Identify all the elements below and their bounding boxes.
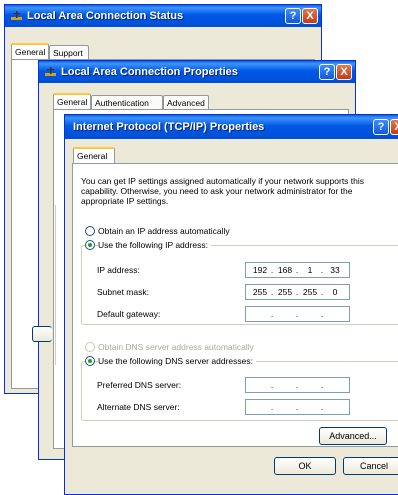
underlying-divider bbox=[55, 205, 56, 365]
ip-address-field[interactable]: 192 . 168 . 1 . 33 bbox=[245, 262, 350, 278]
properties-titlebar[interactable]: Local Area Connection Properties ? X bbox=[39, 61, 355, 83]
tab-general[interactable]: General bbox=[73, 147, 115, 163]
preferred-dns-field[interactable]: . . . bbox=[245, 377, 350, 393]
octet-separator: . bbox=[270, 380, 274, 390]
octet-separator: . bbox=[320, 287, 324, 297]
help-button[interactable]: ? bbox=[373, 119, 389, 135]
octet-separator: . bbox=[320, 309, 324, 319]
close-button[interactable]: X bbox=[336, 64, 352, 80]
cancel-button[interactable]: Cancel bbox=[343, 457, 398, 475]
octet-separator: . bbox=[295, 309, 299, 319]
close-button[interactable]: X bbox=[390, 119, 398, 135]
obtain-dns-auto-label[interactable]: Obtain DNS server address automatically bbox=[98, 342, 254, 352]
underlying-button bbox=[32, 326, 52, 342]
octet-separator: . bbox=[320, 265, 324, 275]
octet-separator: . bbox=[270, 402, 274, 412]
ok-button[interactable]: OK bbox=[274, 457, 336, 475]
description-text: You can get IP settings assigned automat… bbox=[81, 176, 365, 206]
advanced-button[interactable]: Advanced... bbox=[319, 427, 387, 445]
octet-separator: . bbox=[295, 380, 299, 390]
subnet-mask-label: Subnet mask: bbox=[97, 287, 149, 297]
default-gateway-field[interactable]: . . . bbox=[245, 306, 350, 322]
octet-separator: . bbox=[295, 402, 299, 412]
octet-separator: . bbox=[270, 265, 274, 275]
preferred-dns-label: Preferred DNS server: bbox=[97, 380, 182, 390]
tcpip-titlebar[interactable]: Internet Protocol (TCP/IP) Properties ? … bbox=[65, 115, 398, 139]
use-dns-label[interactable]: Use the following DNS server addresses: bbox=[98, 356, 256, 366]
octet: 255 bbox=[302, 287, 318, 297]
properties-window-title: Local Area Connection Properties bbox=[61, 66, 238, 78]
tab-advanced[interactable]: Advanced bbox=[163, 95, 209, 110]
alternate-dns-field[interactable]: . . . bbox=[245, 399, 350, 415]
dns-group-box bbox=[81, 361, 398, 421]
octet: 255 bbox=[277, 287, 293, 297]
octet-separator: . bbox=[295, 287, 299, 297]
network-icon bbox=[45, 67, 56, 76]
close-button[interactable]: X bbox=[302, 8, 318, 24]
octet: 0 bbox=[332, 287, 338, 297]
general-panel: You can get IP settings assigned automat… bbox=[72, 163, 398, 447]
default-gateway-label: Default gateway: bbox=[97, 309, 161, 319]
help-button[interactable]: ? bbox=[319, 64, 335, 80]
radio-selected-dot bbox=[88, 359, 92, 363]
tab-general[interactable]: General bbox=[11, 43, 49, 59]
status-titlebar[interactable]: Local Area Connection Status ? X bbox=[5, 5, 321, 27]
octet-separator: . bbox=[270, 287, 274, 297]
tab-authentication[interactable]: Authentication bbox=[91, 95, 163, 110]
subnet-mask-field[interactable]: 255 . 255 . 255 . 0 bbox=[245, 284, 350, 300]
octet-separator: . bbox=[270, 309, 274, 319]
octet: 1 bbox=[307, 265, 313, 275]
tab-general[interactable]: General bbox=[53, 93, 91, 109]
octet-separator: . bbox=[320, 402, 324, 412]
tab-support[interactable]: Support bbox=[49, 45, 89, 60]
obtain-ip-auto-label[interactable]: Obtain an IP address automatically bbox=[98, 226, 230, 236]
octet: 192 bbox=[252, 265, 268, 275]
radio-selected-dot bbox=[88, 243, 92, 247]
octet-separator: . bbox=[295, 265, 299, 275]
tcpip-window: Internet Protocol (TCP/IP) Properties ? … bbox=[64, 114, 398, 495]
tcpip-window-title: Internet Protocol (TCP/IP) Properties bbox=[73, 121, 265, 133]
obtain-dns-auto-radio[interactable] bbox=[85, 342, 95, 352]
alternate-dns-label: Alternate DNS server: bbox=[97, 402, 180, 412]
network-icon bbox=[11, 11, 22, 20]
status-window-title: Local Area Connection Status bbox=[27, 10, 184, 22]
use-ip-radio[interactable] bbox=[85, 240, 95, 250]
use-dns-radio[interactable] bbox=[85, 356, 95, 366]
octet: 33 bbox=[330, 265, 340, 275]
ip-address-label: IP address: bbox=[97, 265, 140, 275]
help-button[interactable]: ? bbox=[285, 8, 301, 24]
octet-separator: . bbox=[320, 380, 324, 390]
octet: 168 bbox=[277, 265, 293, 275]
obtain-ip-auto-radio[interactable] bbox=[85, 226, 95, 236]
octet: 255 bbox=[252, 287, 268, 297]
use-ip-label[interactable]: Use the following IP address: bbox=[98, 240, 211, 250]
